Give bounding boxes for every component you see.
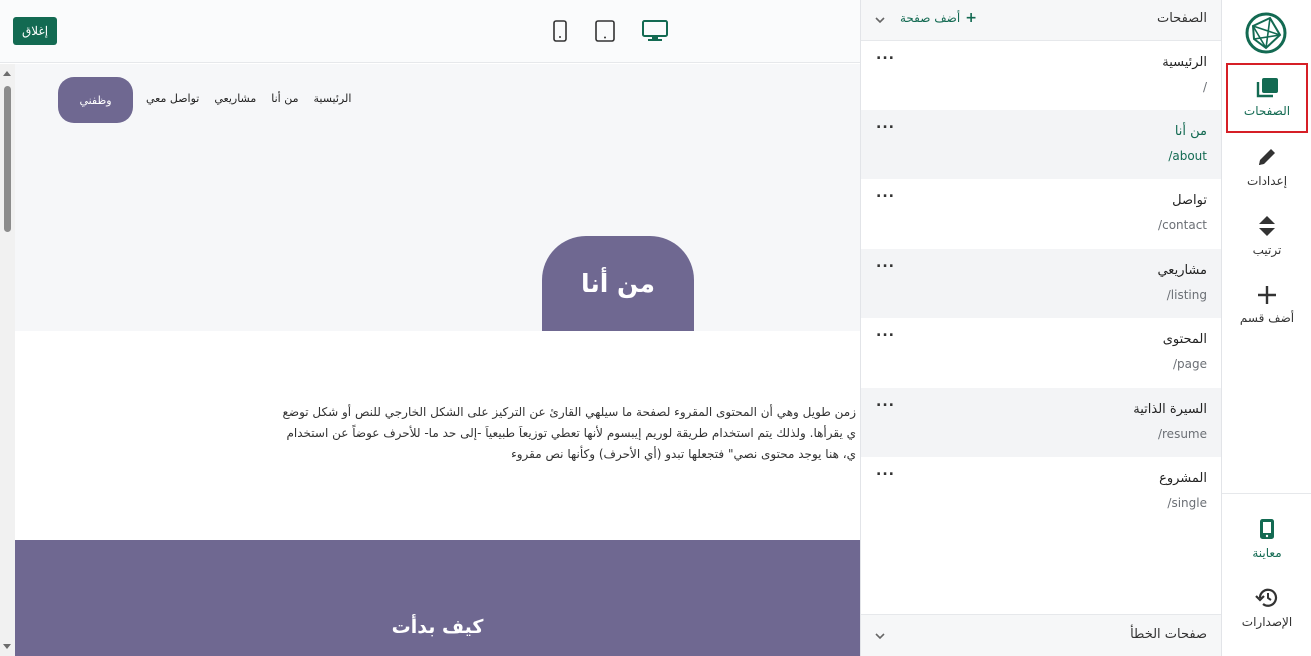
section-title: كيف بدأت (391, 616, 484, 638)
body-line: ي يقرأها. ولذلك يتم استخدام طريقة لوريم … (286, 426, 856, 440)
preview-toolbar: إغلاق (0, 0, 860, 63)
hire-me-button[interactable]: وظفني (58, 77, 133, 123)
page-item-name: السيرة الذاتية (1133, 402, 1207, 417)
page-item-home[interactable]: ... الرئيسية / (861, 41, 1221, 110)
history-icon (1255, 588, 1278, 607)
site-nav-home[interactable]: الرئيسية (313, 92, 351, 105)
page-item-slug: /contact (1158, 218, 1207, 232)
body-paragraph: زمن طويل وهي أن المحتوى المقروء لصفحة ما… (15, 402, 860, 465)
desktop-view-button[interactable] (640, 16, 670, 46)
pages-panel: + أضف صفحة الصفحات ... الرئيسية / ... من… (860, 0, 1222, 656)
body-line: ي، هنا يوجد محتوى نصي" فتجعلها تبدو (أي … (511, 447, 856, 461)
chevron-down-icon[interactable] (875, 15, 885, 25)
page-item-name: الرئيسية (1162, 55, 1207, 70)
phone-icon (553, 20, 567, 42)
more-options-icon[interactable]: ... (876, 394, 895, 410)
page-item-single[interactable]: ... المشروع /single (861, 457, 1221, 526)
page-item-name: مشاريعي (1157, 263, 1207, 278)
rail-preview[interactable]: معاينة (1226, 504, 1308, 574)
site-nav-projects[interactable]: مشاريعي (214, 92, 256, 105)
rail-pages-label: الصفحات (1243, 104, 1291, 118)
sort-icon (1259, 216, 1275, 236)
page-item-slug: /page (1172, 357, 1207, 371)
pencil-icon (1259, 149, 1275, 165)
more-options-icon[interactable]: ... (876, 255, 895, 271)
page-item-listing[interactable]: ... مشاريعي /listing (861, 249, 1221, 318)
preview-scrollbar[interactable] (0, 64, 15, 656)
page-item-slug: /single (1167, 496, 1207, 510)
logo-icon[interactable] (1244, 11, 1288, 55)
more-options-icon[interactable]: ... (876, 185, 895, 201)
desktop-icon (642, 20, 668, 41)
chevron-down-icon[interactable] (875, 631, 885, 641)
hero-section: وظفني الرئيسية من أنا مشاريعي تواصل معي … (15, 64, 860, 331)
page-item-name: تواصل (1172, 193, 1207, 208)
page-title: من أنا (542, 236, 694, 331)
scroll-up-arrow-icon[interactable] (3, 71, 11, 76)
add-page-button[interactable]: + أضف صفحة (900, 10, 977, 26)
rail-add-section-label: أضف قسم (1239, 311, 1295, 325)
site-nav-about[interactable]: من أنا (271, 92, 298, 105)
page-item-slug: /listing (1166, 288, 1207, 302)
plus-icon (1258, 286, 1276, 304)
rail-sort[interactable]: ترتيب (1226, 201, 1308, 271)
site-nav: الرئيسية من أنا مشاريعي تواصل معي (146, 92, 351, 105)
more-options-icon[interactable]: ... (876, 47, 895, 63)
page-item-about[interactable]: ... من أنا /about (861, 110, 1221, 179)
page-item-slug: /about (1168, 149, 1207, 163)
rail-sort-label: ترتيب (1252, 243, 1282, 257)
page-item-name: من أنا (1174, 124, 1207, 139)
scroll-down-arrow-icon[interactable] (3, 644, 11, 649)
pages-panel-header: + أضف صفحة الصفحات (861, 0, 1221, 41)
more-options-icon[interactable]: ... (876, 324, 895, 340)
rail-settings-label: إعدادات (1246, 174, 1288, 188)
rail-pages[interactable]: الصفحات (1226, 63, 1308, 133)
site-nav-contact[interactable]: تواصل معي (146, 92, 199, 105)
add-page-label: أضف صفحة (900, 11, 961, 25)
side-rail: الصفحات إعدادات ترتيب أضف قسم معاينة الإ… (1222, 0, 1311, 656)
more-options-icon[interactable]: ... (876, 116, 895, 132)
site-preview-frame[interactable]: وظفني الرئيسية من أنا مشاريعي تواصل معي … (0, 64, 860, 656)
rail-versions-label: الإصدارات (1241, 615, 1293, 629)
rail-divider (1222, 493, 1311, 494)
close-button[interactable]: إغلاق (13, 17, 57, 45)
phone-view-button[interactable] (545, 16, 575, 46)
pages-panel-title: الصفحات (1156, 11, 1207, 26)
pages-icon (1256, 78, 1278, 98)
more-options-icon[interactable]: ... (876, 463, 895, 479)
page-item-slug: / (1202, 80, 1207, 94)
site-page: وظفني الرئيسية من أنا مشاريعي تواصل معي … (15, 64, 860, 656)
tablet-view-button[interactable] (590, 16, 620, 46)
body-line: زمن طويل وهي أن المحتوى المقروء لصفحة ما… (282, 405, 857, 419)
page-item-resume[interactable]: ... السيرة الذاتية /resume (861, 388, 1221, 457)
tablet-icon (595, 20, 615, 42)
plus-icon: + (965, 10, 977, 26)
page-item-name: المحتوى (1162, 332, 1207, 347)
story-section: كيف بدأت (15, 540, 860, 656)
rail-versions[interactable]: الإصدارات (1226, 573, 1308, 643)
rail-settings[interactable]: إعدادات (1226, 132, 1308, 202)
error-pages-title: صفحات الخطأ (1130, 627, 1207, 642)
scroll-thumb[interactable] (4, 86, 11, 232)
page-item-contact[interactable]: ... تواصل /contact (861, 179, 1221, 248)
page-item-slug: /resume (1157, 427, 1207, 441)
mobile-preview-icon (1260, 519, 1274, 539)
rail-add-section[interactable]: أضف قسم (1226, 270, 1308, 340)
page-item-name: المشروع (1159, 471, 1207, 486)
rail-preview-label: معاينة (1252, 546, 1282, 560)
page-item-page[interactable]: ... المحتوى /page (861, 318, 1221, 387)
error-pages-section[interactable]: صفحات الخطأ (861, 614, 1221, 656)
